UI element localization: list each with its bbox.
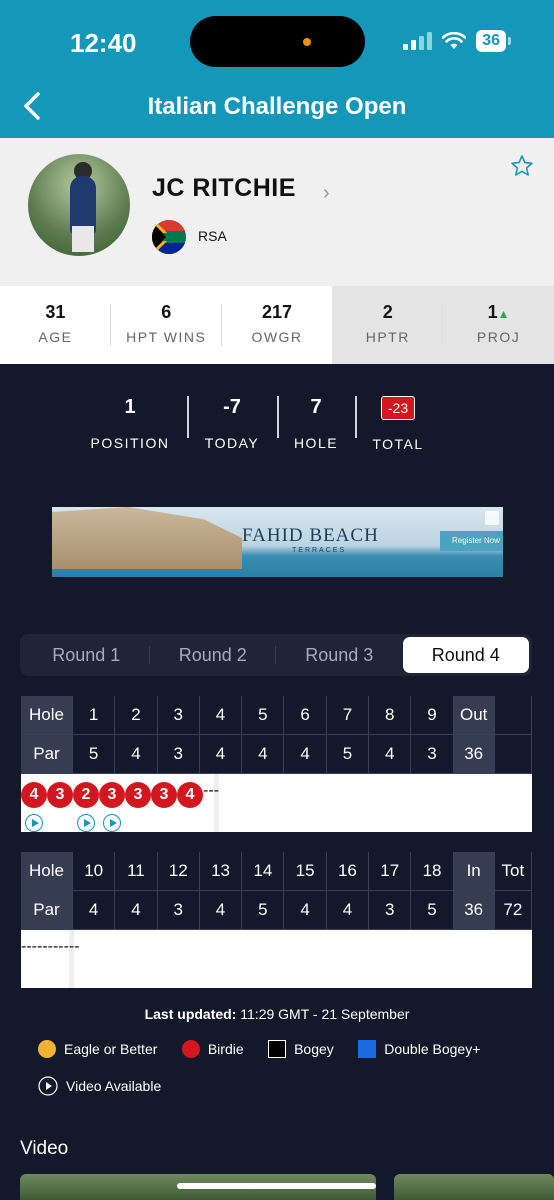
chevron-right-icon[interactable]: ›	[323, 182, 330, 205]
stat-age: 31 AGE	[0, 286, 111, 364]
score-row: 4 3 2 3 3 3 4 - - -	[21, 774, 532, 832]
clock: 12:40	[70, 28, 137, 58]
summary-today: -7 TODAY	[204, 396, 260, 451]
video-play-icon[interactable]	[77, 814, 95, 832]
hole-row: Hole 10 11 12 13 14 15 16 17 18 In Tot	[21, 852, 532, 891]
dynamic-island	[190, 16, 365, 67]
summary-position: 1 POSITION	[90, 396, 170, 451]
video-play-icon[interactable]	[103, 814, 121, 832]
birdie-score: 2	[73, 782, 99, 808]
ad-register-button[interactable]: Register Now	[440, 531, 503, 551]
status-icons: 36	[403, 30, 511, 52]
stat-owgr: 217 OWGR	[251, 302, 303, 345]
birdie-score: 4	[177, 782, 203, 808]
nav-bar: Italian Challenge Open	[0, 80, 554, 138]
video-thumbnail[interactable]	[394, 1174, 554, 1200]
birdie-score: 3	[125, 782, 151, 808]
legend-bogey: Bogey	[268, 1040, 334, 1058]
eagle-swatch-icon	[38, 1040, 56, 1058]
player-country: RSA	[198, 228, 227, 244]
video-play-icon[interactable]	[25, 814, 43, 832]
score-row: - - - - - - - - - - -	[21, 930, 532, 988]
birdie-score: 3	[151, 782, 177, 808]
wifi-icon	[442, 32, 467, 49]
header: 12:40 36 Italian Challenge Open	[0, 0, 554, 138]
par-row: Par 4 4 3 4 5 4 4 3 5 36 72	[21, 891, 532, 930]
double-bogey-swatch-icon	[358, 1040, 377, 1058]
hole-row: Hole 1 2 3 4 5 6 7 8 9 Out	[21, 696, 532, 735]
scorecard-front-nine: Hole 1 2 3 4 5 6 7 8 9 Out Par 5 4 3 4 4…	[21, 696, 532, 832]
birdie-score: 4	[21, 782, 47, 808]
player-avatar	[28, 154, 130, 256]
status-bar: 12:40 36	[0, 0, 554, 80]
legend-birdie: Birdie	[181, 1040, 244, 1058]
round-tabs: Round 1 Round 2 Round 3 Round 4	[20, 634, 532, 676]
stat-hptr: 2 HPTR	[332, 286, 444, 364]
ad-brand: FAHID BEACH	[242, 525, 379, 546]
legend-double-bogey: Double Bogey+	[358, 1040, 480, 1058]
birdie-score: 3	[99, 782, 125, 808]
last-updated: Last updated: 11:29 GMT - 21 September	[144, 1006, 410, 1022]
home-indicator	[177, 1183, 376, 1189]
ad-banner[interactable]: FAHID BEACH TERRACES Register Now	[52, 507, 503, 577]
par-row: Par 5 4 3 4 4 4 5 4 3 36	[21, 735, 532, 774]
signal-icon	[403, 32, 433, 50]
legend-eagle: Eagle or Better	[38, 1040, 157, 1058]
total-score-badge: -23	[380, 396, 416, 420]
summary-hole: 7 HOLE	[293, 396, 339, 451]
bogey-swatch-icon	[268, 1040, 287, 1058]
video-play-icon	[38, 1076, 58, 1096]
player-name[interactable]: JC RITCHIE	[152, 174, 296, 203]
birdie-score: 3	[47, 782, 73, 808]
battery-indicator: 36	[476, 30, 511, 52]
legend-video: Video Available	[38, 1076, 161, 1096]
ad-subtitle: TERRACES	[292, 547, 347, 554]
player-header[interactable]: JC RITCHIE › RSA	[0, 138, 554, 286]
out-score: -	[213, 782, 219, 799]
scorecard-back-nine: Hole 10 11 12 13 14 15 16 17 18 In Tot P…	[21, 852, 532, 988]
page-title: Italian Challenge Open	[147, 93, 407, 120]
stat-proj: 1▲ PROJ	[443, 286, 554, 364]
total-score: -	[74, 938, 80, 955]
tab-round-4[interactable]: Round 4	[402, 637, 529, 673]
favorite-star-icon[interactable]	[510, 154, 534, 178]
south-africa-flag-icon	[152, 220, 186, 254]
tab-round-3[interactable]: Round 3	[276, 637, 403, 673]
summary-total: -23 TOTAL	[368, 396, 428, 452]
trend-up-icon: ▲	[497, 307, 510, 321]
round-summary: 1 POSITION -7 TODAY 7 HOLE -23 TOTAL	[0, 364, 554, 474]
player-stats: 31 AGE 6 HPT WINS 217 OWGR 2 HPTR 1▲ PROJ	[0, 286, 554, 364]
tab-round-2[interactable]: Round 2	[150, 637, 277, 673]
tab-round-1[interactable]: Round 1	[23, 637, 150, 673]
video-section-title: Video	[20, 1138, 69, 1159]
birdie-swatch-icon	[181, 1040, 200, 1058]
ad-choices-icon[interactable]	[485, 511, 499, 525]
stat-hpt-wins: 6 HPT WINS	[111, 286, 222, 364]
score-legend: Eagle or Better Birdie Bogey Double Boge…	[38, 1040, 518, 1114]
